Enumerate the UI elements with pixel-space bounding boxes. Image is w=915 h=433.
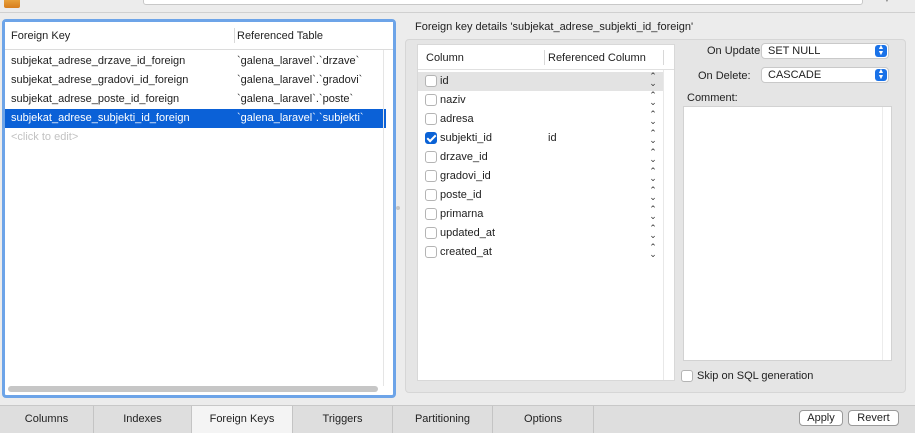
table-name-field[interactable]	[143, 0, 863, 5]
on-update-select[interactable]: SET NULL ▲ ▼	[761, 43, 889, 59]
fk-column-row[interactable]: poste_id ⌃ ⌄	[418, 186, 663, 205]
fk-column-row[interactable]: subjekti_id id ⌃ ⌄	[418, 129, 663, 148]
on-delete-value: CASCADE	[768, 69, 822, 81]
on-delete-label: On Delete:	[698, 70, 751, 82]
foreign-keys-table[interactable]: Foreign Key Referenced Table subjekat_ad…	[2, 19, 396, 398]
column-name: naziv	[440, 94, 466, 106]
chevron-updown-icon[interactable]: ⌃ ⌄	[649, 129, 657, 145]
revert-button[interactable]: Revert	[848, 410, 899, 426]
column-name: gradovi_id	[440, 170, 491, 182]
fk-name: subjekat_adrese_poste_id_foreign	[11, 93, 180, 105]
column-divider	[383, 50, 384, 386]
column-checkbox[interactable]	[425, 170, 437, 182]
fk-column-row[interactable]: id ⌃ ⌄	[418, 72, 663, 91]
column-name: poste_id	[440, 189, 482, 201]
column-name: subjekti_id	[440, 132, 492, 144]
chevron-updown-icon[interactable]: ⌃ ⌄	[649, 167, 657, 183]
fk-column-row[interactable]: updated_at ⌃ ⌄	[418, 224, 663, 243]
editor-tab-bar: Columns Indexes Foreign Keys Triggers Pa…	[0, 405, 915, 433]
top-toolbar-strip: ▼	[0, 0, 915, 13]
vertical-scrollbar[interactable]	[882, 107, 883, 360]
fk-referenced-table: `galena_laravel`.`gradovi`	[237, 74, 363, 86]
fk-referenced-table: `galena_laravel`.`poste`	[237, 93, 354, 105]
chevron-down-icon[interactable]: ▼	[882, 0, 894, 6]
tab-partitioning[interactable]: Partitioning	[393, 406, 493, 433]
chevron-updown-icon[interactable]: ⌃ ⌄	[649, 148, 657, 164]
on-update-value: SET NULL	[768, 45, 821, 57]
horizontal-scrollbar[interactable]	[8, 386, 378, 392]
chevron-updown-icon[interactable]: ⌃ ⌄	[649, 224, 657, 240]
chevron-updown-icon: ▲ ▼	[875, 44, 887, 57]
column-name: primarna	[440, 208, 484, 220]
comment-label: Comment:	[687, 92, 738, 104]
column-checkbox[interactable]	[425, 246, 437, 258]
column-checkbox[interactable]	[425, 75, 437, 87]
on-update-label: On Update:	[707, 45, 764, 57]
tab-triggers[interactable]: Triggers	[293, 406, 393, 433]
fk-row[interactable]: subjekat_adrese_poste_id_foreign `galena…	[5, 90, 386, 109]
on-delete-select[interactable]: CASCADE ▲ ▼	[761, 67, 889, 83]
apply-button[interactable]: Apply	[799, 410, 843, 426]
fk-details-title: Foreign key details 'subjekat_adrese_sub…	[415, 21, 694, 33]
fk-name: subjekat_adrese_subjekti_id_foreign	[11, 112, 190, 124]
fk-columns-table[interactable]: Column Referenced Column id ⌃ ⌄ naziv ⌃ ⌄ adre…	[417, 44, 675, 381]
column-checkbox[interactable]	[425, 189, 437, 201]
fk-column-header-key[interactable]: Foreign Key	[11, 30, 70, 42]
click-to-edit-hint[interactable]: <click to edit>	[11, 131, 78, 143]
fk-referenced-table: `galena_laravel`.`drzave`	[237, 55, 360, 67]
referenced-column[interactable]: id	[548, 132, 557, 144]
column-divider	[544, 50, 545, 65]
fk-row-selected[interactable]: subjekat_adrese_subjekti_id_foreign `gal…	[5, 109, 386, 128]
fk-name: subjekat_adrese_drzave_id_foreign	[11, 55, 186, 67]
column-checkbox[interactable]	[425, 132, 437, 144]
fk-row[interactable]: subjekat_adrese_drzave_id_foreign `galen…	[5, 52, 386, 71]
fk-row[interactable]: subjekat_adrese_gradovi_id_foreign `gale…	[5, 71, 386, 90]
fk-referenced-table: `galena_laravel`.`subjekti`	[237, 112, 364, 124]
tab-foreign-keys[interactable]: Foreign Keys	[192, 406, 293, 433]
skip-sql-checkbox[interactable]	[681, 370, 693, 382]
column-name: updated_at	[440, 227, 496, 239]
column-checkbox[interactable]	[425, 151, 437, 163]
chevron-updown-icon[interactable]: ⌃ ⌄	[649, 91, 657, 107]
column-name: drzave_id	[440, 151, 488, 163]
tab-columns[interactable]: Columns	[0, 406, 94, 433]
column-checkbox[interactable]	[425, 227, 437, 239]
chevron-updown-icon[interactable]: ⌃ ⌄	[649, 72, 657, 88]
fk-column-row[interactable]: adresa ⌃ ⌄	[418, 110, 663, 129]
chevron-updown-icon[interactable]: ⌃ ⌄	[649, 205, 657, 221]
fk-column-row[interactable]: naziv ⌃ ⌄	[418, 91, 663, 110]
columns-table-header: Column Referenced Column	[418, 45, 674, 70]
fk-column-row[interactable]: gradovi_id ⌃ ⌄	[418, 167, 663, 186]
chevron-updown-icon[interactable]: ⌃ ⌄	[649, 110, 657, 126]
comment-textarea[interactable]	[683, 106, 892, 361]
skip-sql-label: Skip on SQL generation	[697, 370, 814, 382]
fk-column-row[interactable]: drzave_id ⌃ ⌄	[418, 148, 663, 167]
fk-column-header-table[interactable]: Referenced Table	[237, 30, 323, 42]
chevron-updown-icon[interactable]: ⌃ ⌄	[649, 186, 657, 202]
tab-options[interactable]: Options	[493, 406, 594, 433]
tab-indexes[interactable]: Indexes	[94, 406, 192, 433]
column-divider	[234, 28, 235, 43]
column-name: created_at	[440, 246, 492, 258]
column-divider	[663, 50, 664, 65]
column-checkbox[interactable]	[425, 94, 437, 106]
fk-column-row[interactable]: primarna ⌃ ⌄	[418, 205, 663, 224]
fk-name: subjekat_adrese_gradovi_id_foreign	[11, 74, 189, 86]
fk-column-row[interactable]: created_at ⌃ ⌄	[418, 243, 663, 262]
column-name: adresa	[440, 113, 474, 125]
app-icon	[4, 0, 20, 8]
vertical-divider	[663, 70, 664, 380]
column-header-referenced-column[interactable]: Referenced Column	[548, 52, 646, 64]
chevron-updown-icon[interactable]: ⌃ ⌄	[649, 243, 657, 259]
chevron-updown-icon: ▲ ▼	[875, 68, 887, 81]
column-header-column[interactable]: Column	[426, 52, 464, 64]
splitter-handle[interactable]	[396, 206, 400, 210]
column-name: id	[440, 75, 449, 87]
fk-table-header: Foreign Key Referenced Table	[5, 22, 393, 50]
column-checkbox[interactable]	[425, 208, 437, 220]
column-checkbox[interactable]	[425, 113, 437, 125]
